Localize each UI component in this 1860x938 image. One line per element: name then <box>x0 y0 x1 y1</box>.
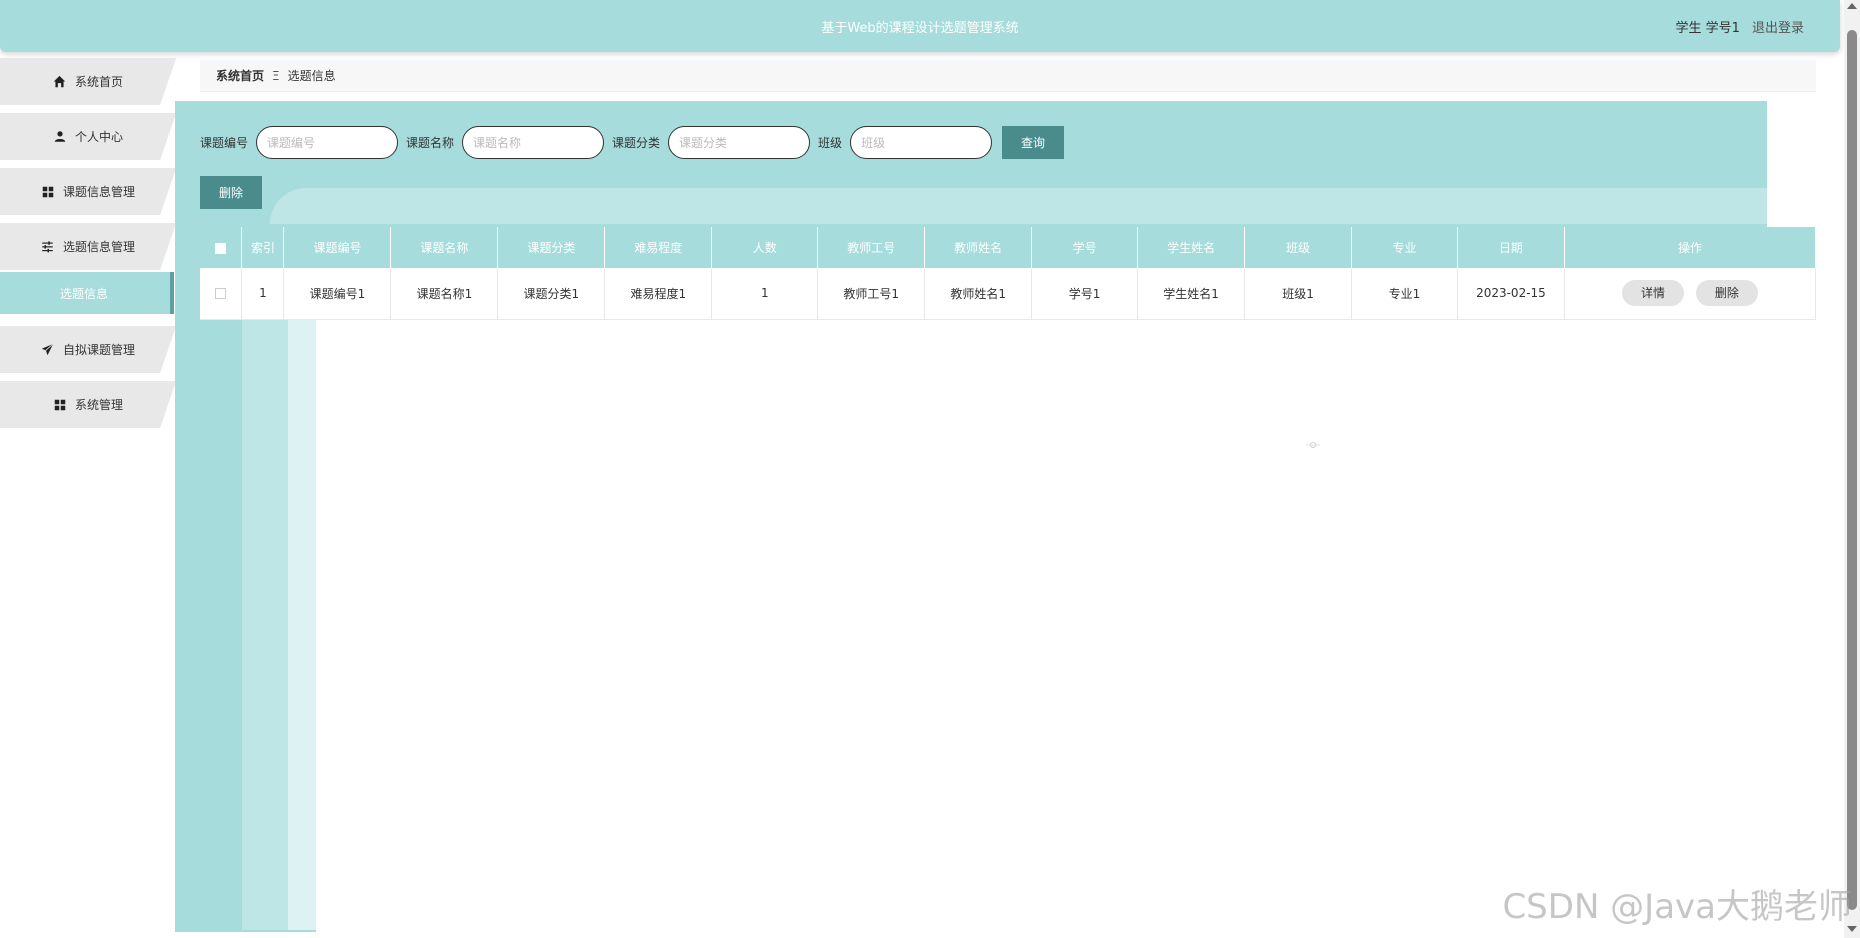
sidebar-item-label: 课题信息管理 <box>62 185 135 199</box>
panel-stripe-decoration <box>242 318 288 930</box>
user-icon <box>53 130 67 144</box>
sidebar: 系统首页 个人中心 课题信息管理 选题信息管理 选题信息 自拟课题管理 系统管理 <box>0 58 176 436</box>
column-header: 难易程度 <box>604 227 713 268</box>
loading-icon <box>1306 441 1320 449</box>
column-header: 学生姓名 <box>1137 227 1246 268</box>
send-icon <box>41 343 55 357</box>
table-cell: 1 <box>241 268 285 320</box>
breadcrumb-current: 选题信息 <box>287 69 336 83</box>
search-label-topic-name: 课题名称 <box>406 136 455 150</box>
column-header: 课题名称 <box>390 227 499 268</box>
search-label-topic-category: 课题分类 <box>612 136 661 150</box>
app-title: 基于Web的课程设计选题管理系统 <box>821 21 1019 36</box>
selection-table: 索引 课题编号 课题名称 课题分类 难易程度 人数 教师工号 教师姓名 学号 学… <box>200 227 1817 320</box>
topic-code-input[interactable] <box>256 126 399 159</box>
table-cell: 教师姓名1 <box>924 268 1033 320</box>
table-cell: 学号1 <box>1031 268 1139 320</box>
table-cell: 1 <box>711 268 819 320</box>
sidebar-item-label: 个人中心 <box>74 130 123 144</box>
table-cell: 班级1 <box>1244 268 1352 320</box>
scroll-thumb[interactable] <box>1847 30 1857 910</box>
sidebar-item-system-management[interactable]: 系统管理 <box>0 381 176 428</box>
sidebar-subitem-selection-info[interactable]: 选题信息 <box>0 272 174 314</box>
sidebar-item-profile[interactable]: 个人中心 <box>0 113 176 160</box>
class-input[interactable] <box>850 126 993 159</box>
table-cell: 2023-02-15 <box>1457 268 1565 320</box>
row-delete-button[interactable]: 删除 <box>1695 280 1758 307</box>
topic-name-input[interactable] <box>462 126 605 159</box>
row-select-cell <box>200 268 243 320</box>
scroll-up-arrow-icon[interactable] <box>1847 3 1857 9</box>
detail-button[interactable]: 详情 <box>1622 280 1685 307</box>
column-header: 专业 <box>1351 227 1458 268</box>
sidebar-item-selection-management[interactable]: 选题信息管理 <box>0 223 176 270</box>
table-cell: 难易程度1 <box>604 268 713 320</box>
column-header: 班级 <box>1244 227 1352 268</box>
actions-cell: 详情 删除 <box>1564 268 1817 320</box>
column-header: 人数 <box>711 227 819 268</box>
top-header: 基于Web的课程设计选题管理系统 学生 学号1 退出登录 <box>0 0 1840 52</box>
table-row: 1 课题编号1 课题名称1 课题分类1 难易程度1 1 教师工号1 教师姓名1 … <box>200 268 1817 320</box>
table-cell: 课题编号1 <box>283 268 392 320</box>
logout-link[interactable]: 退出登录 <box>1752 21 1804 36</box>
sidebar-item-self-topic-management[interactable]: 自拟课题管理 <box>0 326 176 373</box>
batch-delete-button[interactable]: 删除 <box>200 176 262 209</box>
row-checkbox[interactable] <box>215 288 227 300</box>
select-all-cell <box>200 227 243 268</box>
topic-category-input[interactable] <box>668 126 811 159</box>
sidebar-item-label: 选题信息 <box>60 286 109 301</box>
column-header: 索引 <box>241 227 285 268</box>
column-header: 教师姓名 <box>924 227 1033 268</box>
sliders-icon <box>41 240 55 254</box>
column-header: 操作 <box>1564 227 1817 268</box>
query-button[interactable]: 查询 <box>1002 126 1065 159</box>
sidebar-item-topic-management[interactable]: 课题信息管理 <box>0 168 176 215</box>
watermark: CSDN @Java大鹅老师 <box>1502 887 1852 927</box>
current-user: 学生 学号1 <box>1675 21 1740 36</box>
column-header: 日期 <box>1457 227 1565 268</box>
table-cell: 课题分类1 <box>497 268 606 320</box>
panel-stripe-decoration <box>288 318 316 930</box>
search-label-class: 班级 <box>818 136 843 150</box>
sidebar-item-label: 系统管理 <box>74 398 123 412</box>
table-header-row: 索引 课题编号 课题名称 课题分类 难易程度 人数 教师工号 教师姓名 学号 学… <box>200 227 1817 268</box>
page-scrollbar[interactable] <box>1844 0 1860 938</box>
column-header: 教师工号 <box>817 227 926 268</box>
breadcrumb: 系统首页 Ξ 选题信息 <box>200 60 1816 92</box>
panel-wave-decoration <box>270 188 1767 224</box>
select-all-checkbox[interactable] <box>215 242 227 254</box>
home-icon <box>53 75 67 89</box>
table-cell: 教师工号1 <box>817 268 926 320</box>
grid-icon <box>41 185 55 199</box>
search-form: 课题编号 课题名称 课题分类 班级 查询 <box>200 126 1065 159</box>
user-info: 学生 学号1 退出登录 <box>1675 17 1804 36</box>
grid-icon <box>53 398 67 412</box>
table-cell: 学生姓名1 <box>1137 268 1246 320</box>
column-header: 学号 <box>1031 227 1139 268</box>
table-cell: 专业1 <box>1351 268 1458 320</box>
column-header: 课题编号 <box>283 227 392 268</box>
sidebar-item-label: 自拟课题管理 <box>62 343 135 357</box>
sidebar-item-home[interactable]: 系统首页 <box>0 58 176 105</box>
sidebar-item-label: 选题信息管理 <box>62 240 135 254</box>
breadcrumb-separator-icon: Ξ <box>272 68 280 83</box>
breadcrumb-home[interactable]: 系统首页 <box>216 67 264 84</box>
table-cell: 课题名称1 <box>390 268 499 320</box>
sidebar-item-label: 系统首页 <box>74 75 123 89</box>
search-label-topic-code: 课题编号 <box>200 136 249 150</box>
column-header: 课题分类 <box>497 227 606 268</box>
content-white-area <box>316 318 1816 938</box>
